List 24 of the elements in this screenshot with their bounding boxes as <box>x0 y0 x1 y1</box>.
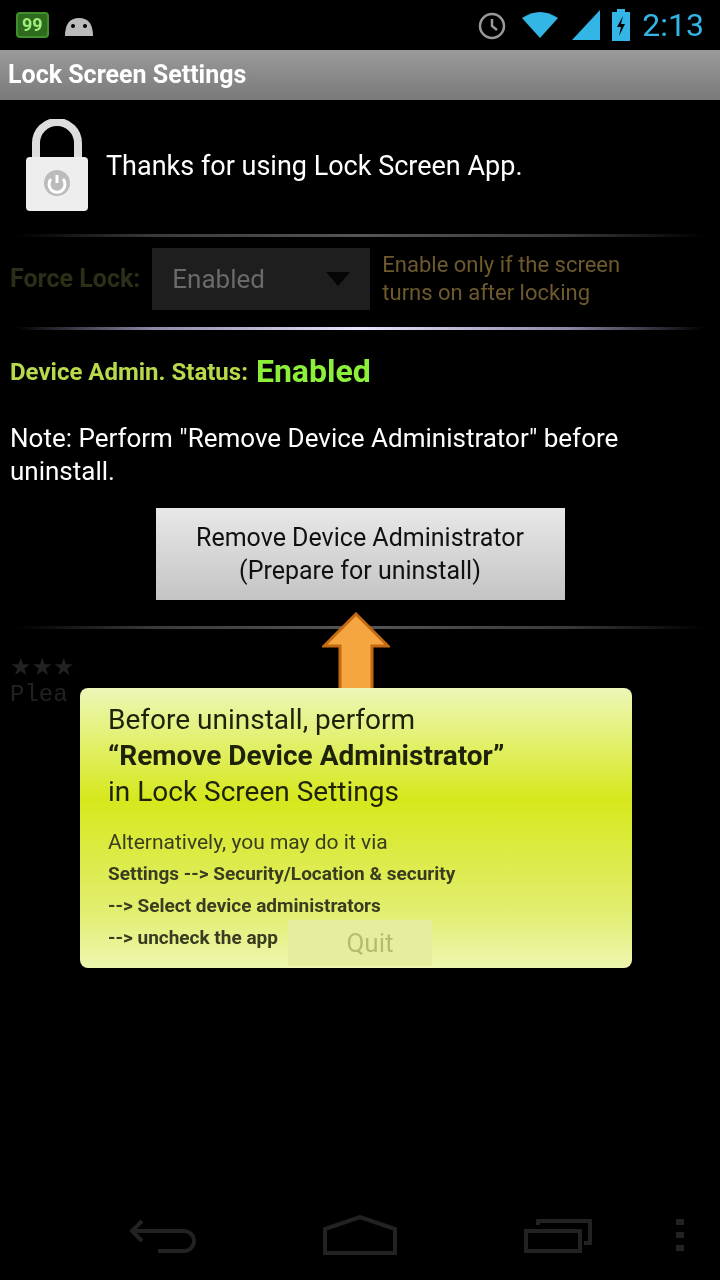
battery-badge: 99 <box>16 12 49 38</box>
remove-admin-button[interactable]: Remove Device Administrator (Prepare for uninstall) <box>155 508 565 600</box>
overflow-menu-icon <box>676 1219 684 1251</box>
padlock-icon <box>24 119 90 213</box>
signal-icon <box>572 10 601 40</box>
thanks-message: Thanks for using Lock Screen App. <box>106 148 523 184</box>
admin-status-value: Enabled <box>255 352 371 390</box>
window-title: Lock Screen Settings <box>8 59 247 92</box>
dropdown-caret-icon <box>326 272 351 286</box>
tip-headline: Before uninstall, perform “Remove Device Administrator” in Lock Screen Settings <box>108 702 506 810</box>
tip-intro: Alternatively, you may do it via <box>108 829 389 856</box>
home-icon <box>323 1215 397 1255</box>
recent-apps-icon <box>524 1217 593 1253</box>
tip-step: Settings --> Security/Location & security <box>108 858 456 890</box>
clock-time: 2:13 <box>642 9 704 41</box>
back-icon <box>127 1217 196 1253</box>
tip-step: --> Select device administrators <box>108 890 381 922</box>
uninstall-note: Note: Perform "Remove Device Administrator" before uninstall. <box>9 422 620 488</box>
force-lock-hint: Enable only if the screen turns on after locking <box>382 251 622 307</box>
admin-status-label: Device Admin. Status: <box>10 357 248 388</box>
rating-stars: ★★★ <box>10 653 76 681</box>
tip-step: --> uncheck the app <box>108 922 278 954</box>
wifi-icon <box>520 10 561 40</box>
battery-charging-icon <box>612 9 631 41</box>
